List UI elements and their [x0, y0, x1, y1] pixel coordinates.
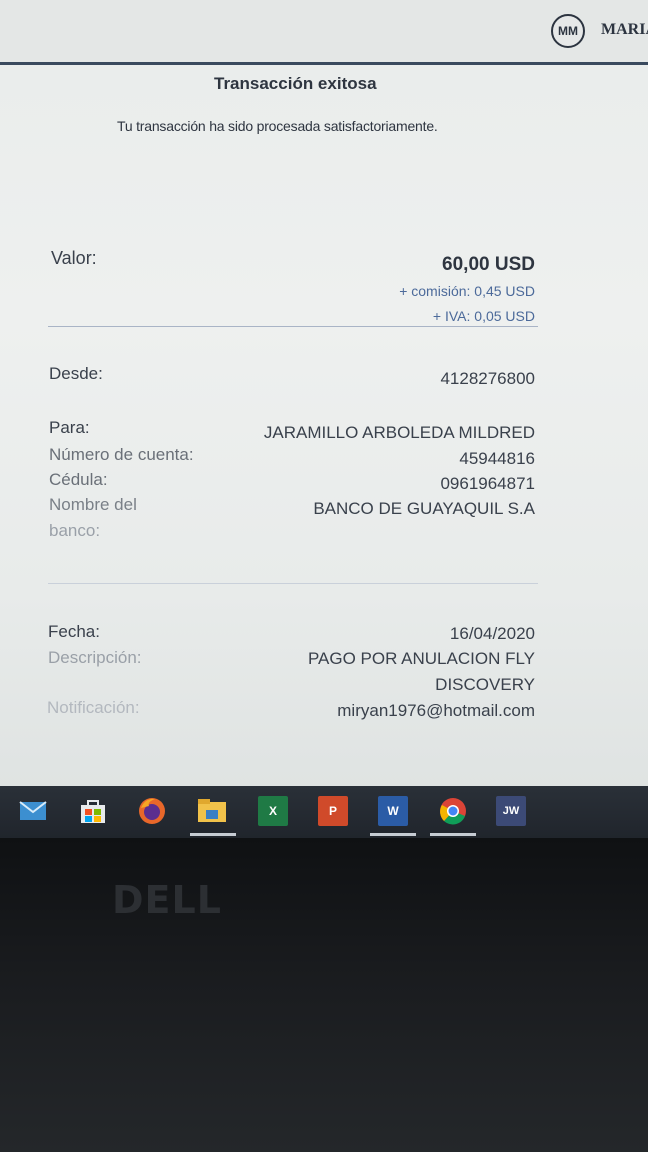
user-name[interactable]: MARIA	[601, 21, 648, 39]
date-value: 16/04/2020	[449, 624, 535, 643]
mail-icon[interactable]	[18, 796, 48, 826]
id-value: 0961964871	[440, 474, 535, 493]
dell-logo: DELL	[112, 878, 222, 922]
chrome-icon[interactable]	[438, 796, 468, 826]
date-label: Fecha:	[48, 622, 100, 641]
bank-label-cont: banco:	[49, 521, 101, 540]
active-indicator	[190, 833, 236, 836]
bank-label: Nombre del	[49, 495, 137, 514]
top-bar: MM MARIA	[0, 0, 648, 65]
active-indicator	[430, 833, 476, 836]
account-label: Número de cuenta:	[49, 445, 194, 464]
description-value-cont: DISCOVERY	[435, 675, 535, 694]
amount-label: Valor:	[51, 248, 97, 268]
taskbar: X P W JW	[0, 786, 648, 838]
file-explorer-icon[interactable]	[197, 796, 227, 826]
description-value: PAGO POR ANULACION FLY	[307, 649, 535, 668]
notification-value: miryan1976@hotmail.com	[337, 701, 535, 720]
store-icon[interactable]	[78, 796, 108, 826]
page-subtitle: Tu transacción ha sido procesada satisfa…	[117, 118, 438, 134]
powerpoint-icon[interactable]: P	[318, 796, 348, 826]
page-title: Transacción exitosa	[214, 74, 377, 93]
description-label: Descripción:	[48, 648, 142, 667]
firefox-icon[interactable]	[137, 796, 167, 826]
from-label: Desde:	[49, 364, 103, 383]
word-icon[interactable]: W	[378, 796, 408, 826]
excel-icon[interactable]: X	[258, 796, 288, 826]
active-indicator	[370, 833, 416, 836]
amount-value: 60,00 USD	[442, 254, 535, 275]
id-label: Cédula:	[49, 470, 108, 489]
divider	[48, 583, 538, 584]
bank-value: BANCO DE GUAYAQUIL S.A	[313, 499, 535, 518]
commission-value: + comisión: 0,45 USD	[399, 283, 535, 299]
laptop-bezel	[0, 838, 648, 1152]
notification-label: Notificación:	[47, 698, 140, 717]
divider	[48, 326, 538, 327]
iva-value: + IVA: 0,05 USD	[432, 308, 535, 324]
account-value: 45944816	[459, 449, 535, 468]
jw-icon[interactable]: JW	[496, 796, 526, 826]
to-value: JARAMILLO ARBOLEDA MILDRED	[263, 423, 535, 442]
user-avatar[interactable]: MM	[551, 14, 585, 48]
browser-screen: MM MARIA Transacción exitosa Tu transacc…	[0, 0, 648, 790]
to-label: Para:	[49, 418, 90, 437]
from-value: 4128276800	[440, 369, 535, 388]
